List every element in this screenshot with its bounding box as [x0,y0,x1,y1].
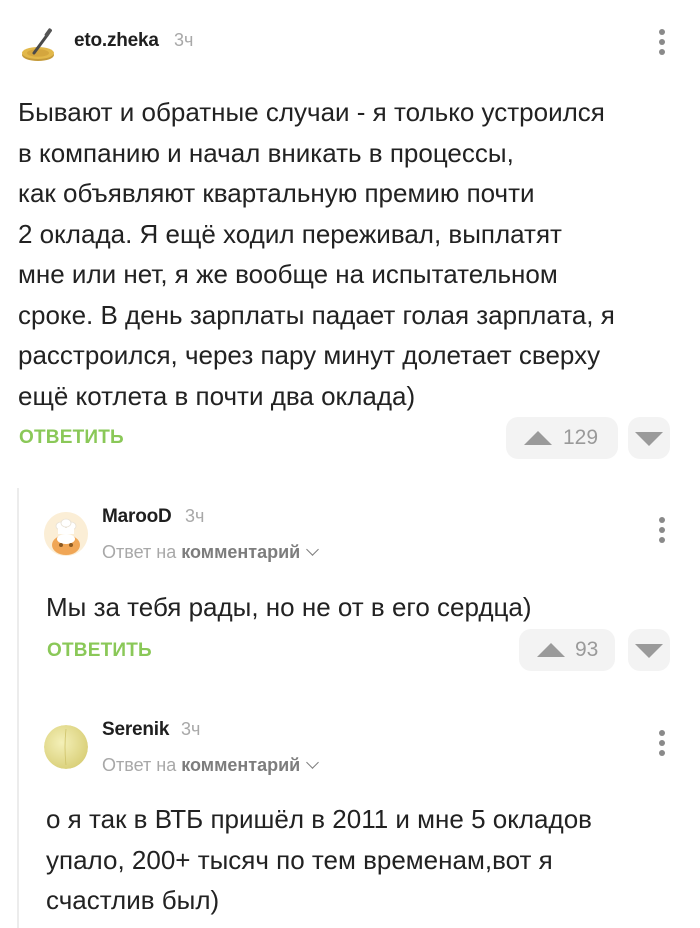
comment-author[interactable]: Serenik [102,719,169,741]
avatar[interactable] [44,512,88,556]
comment-text: о я так в ВТБ пришёл в 2011 и мне 5 окла… [46,804,592,915]
reply-to-prefix: Ответ на [102,542,177,562]
rating-count: 93 [575,638,599,661]
comment-serenik: Serenik 3ч Ответ на комментарий о я так … [0,703,700,928]
triangle-up-icon [524,431,552,445]
chevron-down-icon [306,543,320,556]
triangle-down-icon [635,432,663,446]
rating-count: 129 [563,426,599,449]
comment-time: 3ч [174,30,194,50]
comment-menu-button[interactable] [652,728,672,764]
avatar[interactable] [20,28,56,64]
comment-text: Бывают и обратные случаи - я только устр… [18,97,615,411]
comment-eto-zheka: eto.zheka 3ч Бывают и обратные случаи - … [0,0,700,480]
reply-to-target: комментарий [181,542,301,562]
reply-to-dropdown[interactable]: Ответ на комментарий [102,755,320,776]
comment-marood: MarooD 3ч Ответ на комментарий Мы за теб… [0,490,700,690]
upvote-button[interactable]: 129 [506,417,618,459]
downvote-button[interactable] [628,629,670,671]
comment-text: Мы за тебя рады, но не от в его сердца) [46,592,532,622]
downvote-button[interactable] [628,417,670,459]
reply-to-prefix: Ответ на [102,755,177,775]
comment-menu-button[interactable] [652,27,672,63]
reply-button[interactable]: ОТВЕТИТЬ [47,640,152,662]
coin-pin-avatar-icon [22,28,54,61]
avatar[interactable] [44,725,88,769]
reply-to-target: комментарий [181,755,301,775]
comment-author[interactable]: MarooD [102,506,172,528]
comment-author[interactable]: eto.zheka [74,30,159,52]
comment-time: 3ч [185,506,205,526]
reply-button[interactable]: ОТВЕТИТЬ [19,427,124,449]
triangle-down-icon [635,644,663,658]
melon-avatar-icon [44,725,88,769]
comment-time: 3ч [181,719,201,739]
chevron-down-icon [306,756,320,769]
triangle-up-icon [537,643,565,657]
upvote-button[interactable]: 93 [519,629,615,671]
chef-avatar-icon [44,512,88,556]
reply-to-dropdown[interactable]: Ответ на комментарий [102,542,320,563]
comment-menu-button[interactable] [652,515,672,551]
